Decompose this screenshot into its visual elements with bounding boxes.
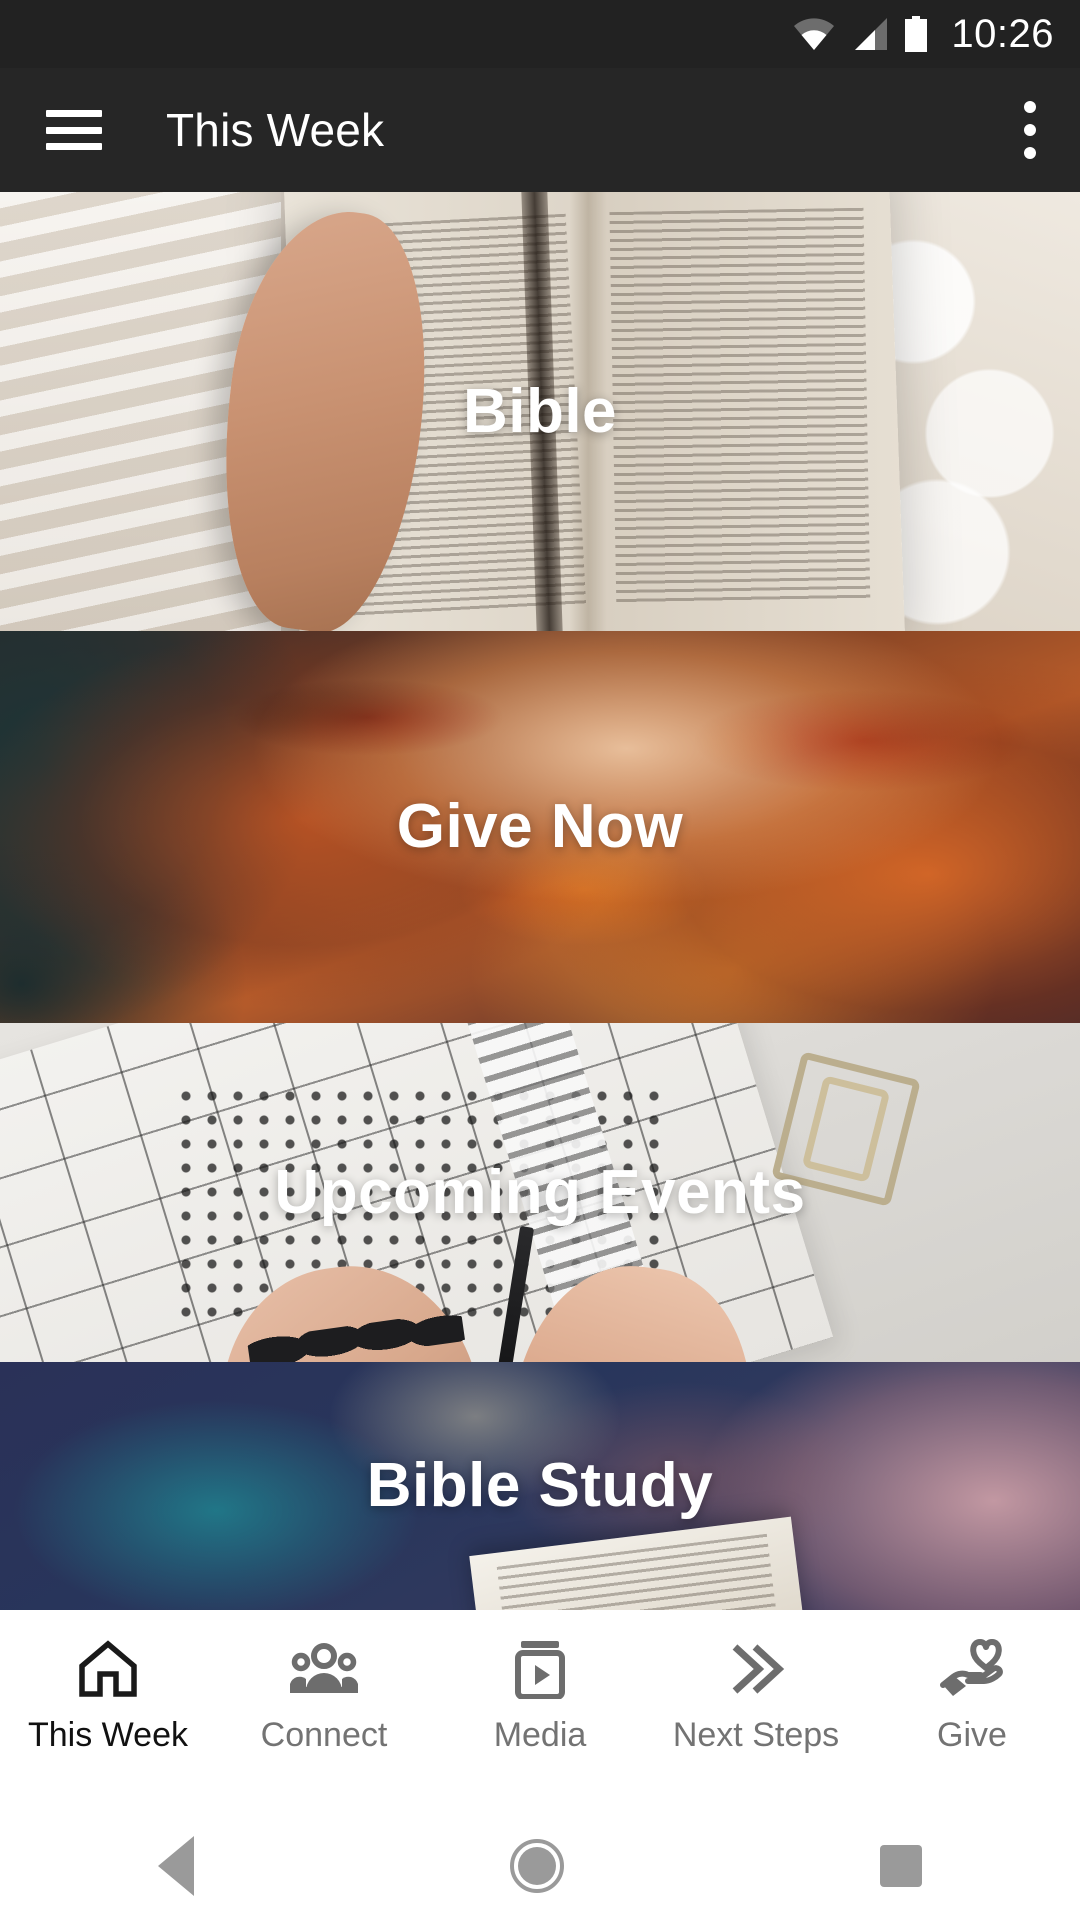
hand-holding-heart-icon xyxy=(940,1638,1004,1700)
overflow-menu-icon[interactable] xyxy=(1024,101,1036,159)
tab-connect-label: Connect xyxy=(260,1716,388,1754)
wifi-icon xyxy=(793,17,835,51)
tab-connect[interactable]: Connect xyxy=(216,1638,432,1752)
phone-screen: 10:26 This Week Bible Give Now Upcoming … xyxy=(0,0,1080,1920)
card-bible-study[interactable]: Bible Study xyxy=(0,1362,1080,1610)
card-bible-label: Bible xyxy=(462,376,618,446)
status-bar: 10:26 xyxy=(0,0,1080,68)
tab-media-label: Media xyxy=(493,1716,587,1754)
tab-next-steps[interactable]: Next Steps xyxy=(648,1638,864,1752)
page-title: This Week xyxy=(166,104,385,156)
tab-give-label: Give xyxy=(937,1716,1007,1754)
home-icon xyxy=(77,1638,139,1700)
tab-media[interactable]: Media xyxy=(432,1638,648,1752)
tab-this-week[interactable]: This Week xyxy=(0,1638,216,1752)
cellular-signal-icon xyxy=(849,17,889,51)
back-triangle-icon[interactable] xyxy=(158,1836,194,1896)
home-circle-icon[interactable] xyxy=(510,1839,564,1893)
recents-square-icon[interactable] xyxy=(880,1845,922,1887)
tab-this-week-label: This Week xyxy=(28,1716,188,1754)
tab-next-steps-label: Next Steps xyxy=(672,1716,840,1754)
card-give-now[interactable]: Give Now xyxy=(0,631,1080,1023)
card-give-now-label: Give Now xyxy=(396,792,684,861)
android-navigation-bar xyxy=(0,1812,1080,1920)
card-list[interactable]: Bible Give Now Upcoming Events Bible Stu… xyxy=(0,192,1080,1610)
hamburger-menu-icon[interactable] xyxy=(46,110,102,150)
tab-give[interactable]: Give xyxy=(864,1638,1080,1752)
card-upcoming-events[interactable]: Upcoming Events xyxy=(0,1023,1080,1362)
card-upcoming-events-label: Upcoming Events xyxy=(274,1157,806,1227)
app-bar: This Week xyxy=(0,68,1080,192)
battery-icon xyxy=(903,16,929,52)
card-bible[interactable]: Bible xyxy=(0,192,1080,631)
status-bar-clock: 10:26 xyxy=(951,12,1054,56)
media-player-icon xyxy=(512,1638,568,1700)
people-group-icon xyxy=(289,1638,359,1700)
double-chevron-right-icon xyxy=(725,1638,787,1700)
bottom-tab-bar: This Week Connect Media Next Steps Give xyxy=(0,1610,1080,1812)
card-bible-study-label: Bible Study xyxy=(366,1451,714,1520)
